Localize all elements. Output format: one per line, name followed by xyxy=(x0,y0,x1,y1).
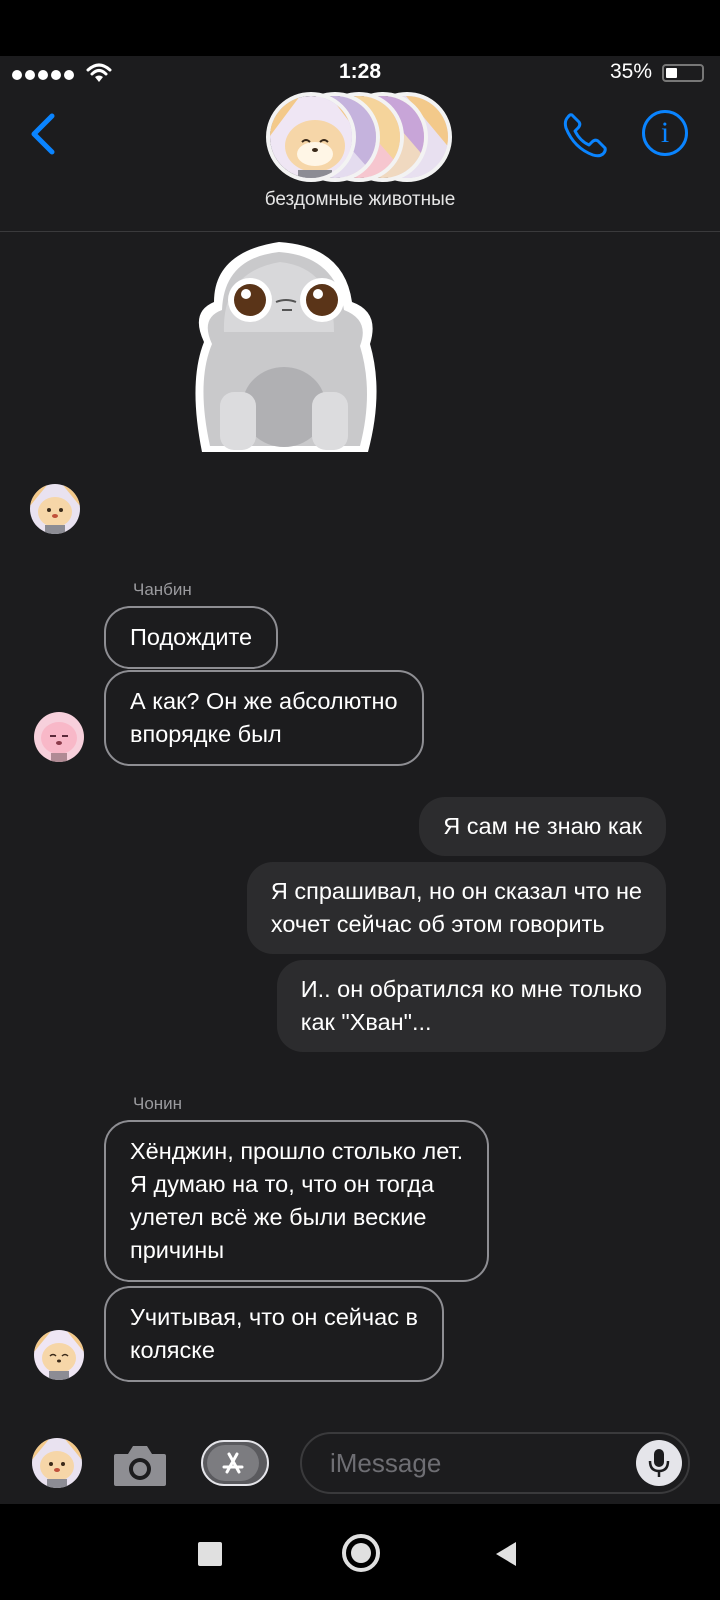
imessage-input[interactable] xyxy=(300,1432,690,1494)
system-top-bar xyxy=(0,0,720,56)
battery-icon xyxy=(662,64,704,82)
sent-message-bubble[interactable]: Я сам не знаю как xyxy=(419,797,666,856)
received-message-bubble[interactable]: Хёнджин, прошло столько лет. Я думаю на … xyxy=(104,1120,490,1282)
conversation-header: бездомные животные i xyxy=(0,92,720,232)
group-avatar-stack[interactable] xyxy=(266,92,456,182)
battery-percent: 35% xyxy=(609,60,652,83)
received-message-bubble[interactable]: А как? Он же абсолютно впорядке был xyxy=(104,670,424,766)
home-button[interactable] xyxy=(342,1534,380,1572)
sent-message-bubble[interactable]: И.. он обратился ко мне только как "Хван… xyxy=(276,960,666,1052)
avatar[interactable] xyxy=(34,712,84,762)
back-triangle-icon[interactable] xyxy=(494,1540,518,1568)
camera-icon[interactable] xyxy=(112,1442,168,1488)
my-avatar[interactable] xyxy=(32,1438,82,1488)
system-navigation-bar xyxy=(0,1504,720,1600)
received-message-bubble[interactable]: Подождите xyxy=(104,606,279,669)
status-bar: 1:28 35% xyxy=(0,56,720,92)
recent-apps-button[interactable] xyxy=(198,1542,222,1566)
info-icon[interactable]: i xyxy=(642,110,688,156)
sender-name: Чонин xyxy=(133,1094,183,1113)
sent-message-bubble[interactable]: Я спрашивал, но он сказал что не хочет с… xyxy=(246,862,666,954)
app-store-button[interactable] xyxy=(201,1440,269,1486)
avatar[interactable] xyxy=(34,1330,84,1380)
received-message-bubble[interactable]: Учитывая, что он сейчас в коляске xyxy=(104,1286,444,1382)
app-store-icon xyxy=(222,1452,244,1474)
phone-icon[interactable] xyxy=(562,112,608,158)
sticker-image xyxy=(195,242,377,452)
message-input-bar xyxy=(0,1420,720,1504)
avatar[interactable] xyxy=(30,484,80,534)
group-name[interactable]: бездомные животные xyxy=(0,189,720,211)
sender-name: Чанбин xyxy=(133,580,192,599)
microphone-button[interactable] xyxy=(636,1440,682,1486)
back-chevron-icon[interactable] xyxy=(26,112,60,156)
microphone-icon xyxy=(648,1449,670,1477)
group-member-avatar xyxy=(266,92,356,182)
